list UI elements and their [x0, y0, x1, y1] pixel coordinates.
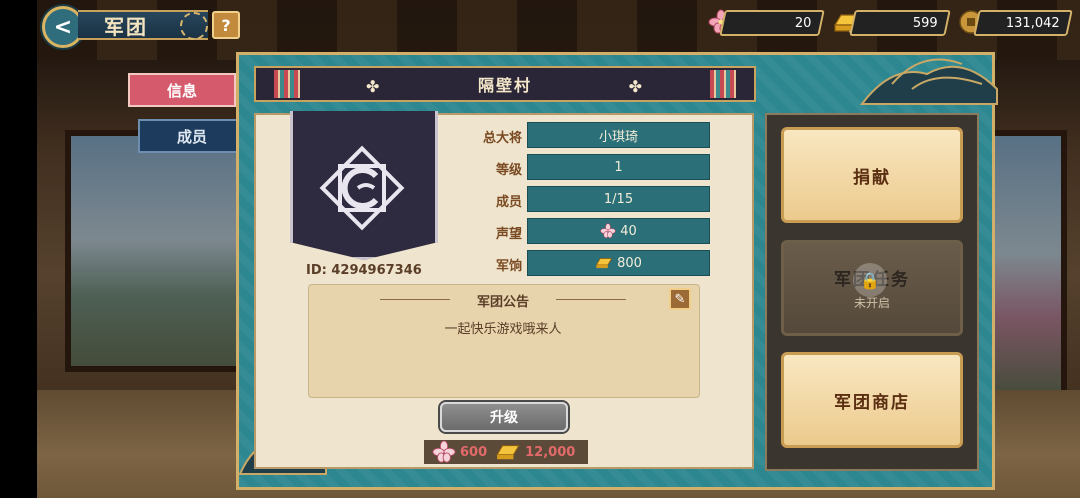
legion-shop-button[interactable]: 军团商店 — [781, 352, 963, 448]
gold-counter: 599 — [849, 10, 951, 36]
back-arrow-icon: < — [53, 14, 73, 40]
tab-members[interactable]: 成员 — [138, 119, 246, 153]
clover-icon: ✤ — [628, 77, 644, 96]
donate-label: 捐献 — [853, 167, 891, 188]
sakura-icon — [432, 440, 456, 463]
legion-shop-label: 军团商店 — [834, 392, 910, 413]
screen-edge — [0, 0, 37, 498]
upgrade-label: 升级 — [490, 410, 518, 426]
funds-label: 军饷 — [495, 259, 522, 274]
notice-title: 军团公告 — [476, 295, 529, 310]
funds-amount: 800 — [617, 255, 642, 271]
legion-emblem-icon[interactable] — [312, 138, 412, 238]
leader-label: 总大将 — [482, 131, 522, 146]
notice-body: 一起快乐游戏哦来人 — [444, 322, 562, 337]
leader-value: 小琪琦 — [527, 122, 710, 148]
help-icon: ? — [221, 15, 231, 35]
legion-name-bar: ✤ 隔壁村 ✤ — [254, 66, 756, 102]
gold-count: 599 — [913, 15, 938, 31]
prestige-label: 声望 — [495, 227, 522, 242]
gold-bar-icon — [595, 258, 613, 269]
pencil-icon: ✎ — [674, 291, 686, 307]
upgrade-cost-gold: 12,000 — [525, 444, 576, 460]
game-screen: < 军团 ? 20 + 599 + 131,042 信息 成员 ✤ 隔壁村 ✤ — [0, 0, 1080, 498]
coin-counter: 131,042 — [973, 10, 1073, 36]
tab-info-label: 信息 — [166, 81, 197, 100]
page-title: 军团 — [104, 14, 148, 39]
gold-bar-icon — [496, 445, 521, 460]
flower-ornament-icon — [180, 12, 208, 40]
legion-name: 隔壁村 — [477, 76, 532, 95]
members-value: 1/15 — [527, 186, 710, 212]
sakura-count: 20 — [795, 15, 812, 31]
clover-icon: ✤ — [366, 77, 382, 96]
donate-button[interactable]: 捐献 — [781, 127, 963, 223]
edit-notice-button[interactable]: ✎ — [669, 288, 691, 310]
upgrade-cost: 600 12,000 — [424, 440, 588, 464]
upgrade-button[interactable]: 升级 — [440, 402, 568, 432]
funds-value: 800 — [527, 250, 710, 276]
prestige-value: 40 — [527, 218, 710, 244]
help-button[interactable]: ? — [212, 11, 240, 39]
sakura-counter: 20 — [719, 10, 825, 36]
tab-members-label: 成员 — [176, 127, 207, 146]
prestige-amount: 40 — [620, 223, 637, 239]
coin-count: 131,042 — [1006, 15, 1060, 31]
level-label: 等级 — [495, 163, 522, 178]
upgrade-cost-sakura: 600 — [460, 444, 488, 460]
legion-id: ID: 4294967346 — [306, 263, 422, 278]
tab-info[interactable]: 信息 — [128, 73, 236, 107]
level-value: 1 — [527, 154, 710, 180]
members-label: 成员 — [495, 195, 522, 210]
sakura-icon — [600, 223, 616, 239]
lock-icon: 🔒 — [853, 263, 887, 297]
pine-ornament-icon — [852, 44, 1002, 118]
